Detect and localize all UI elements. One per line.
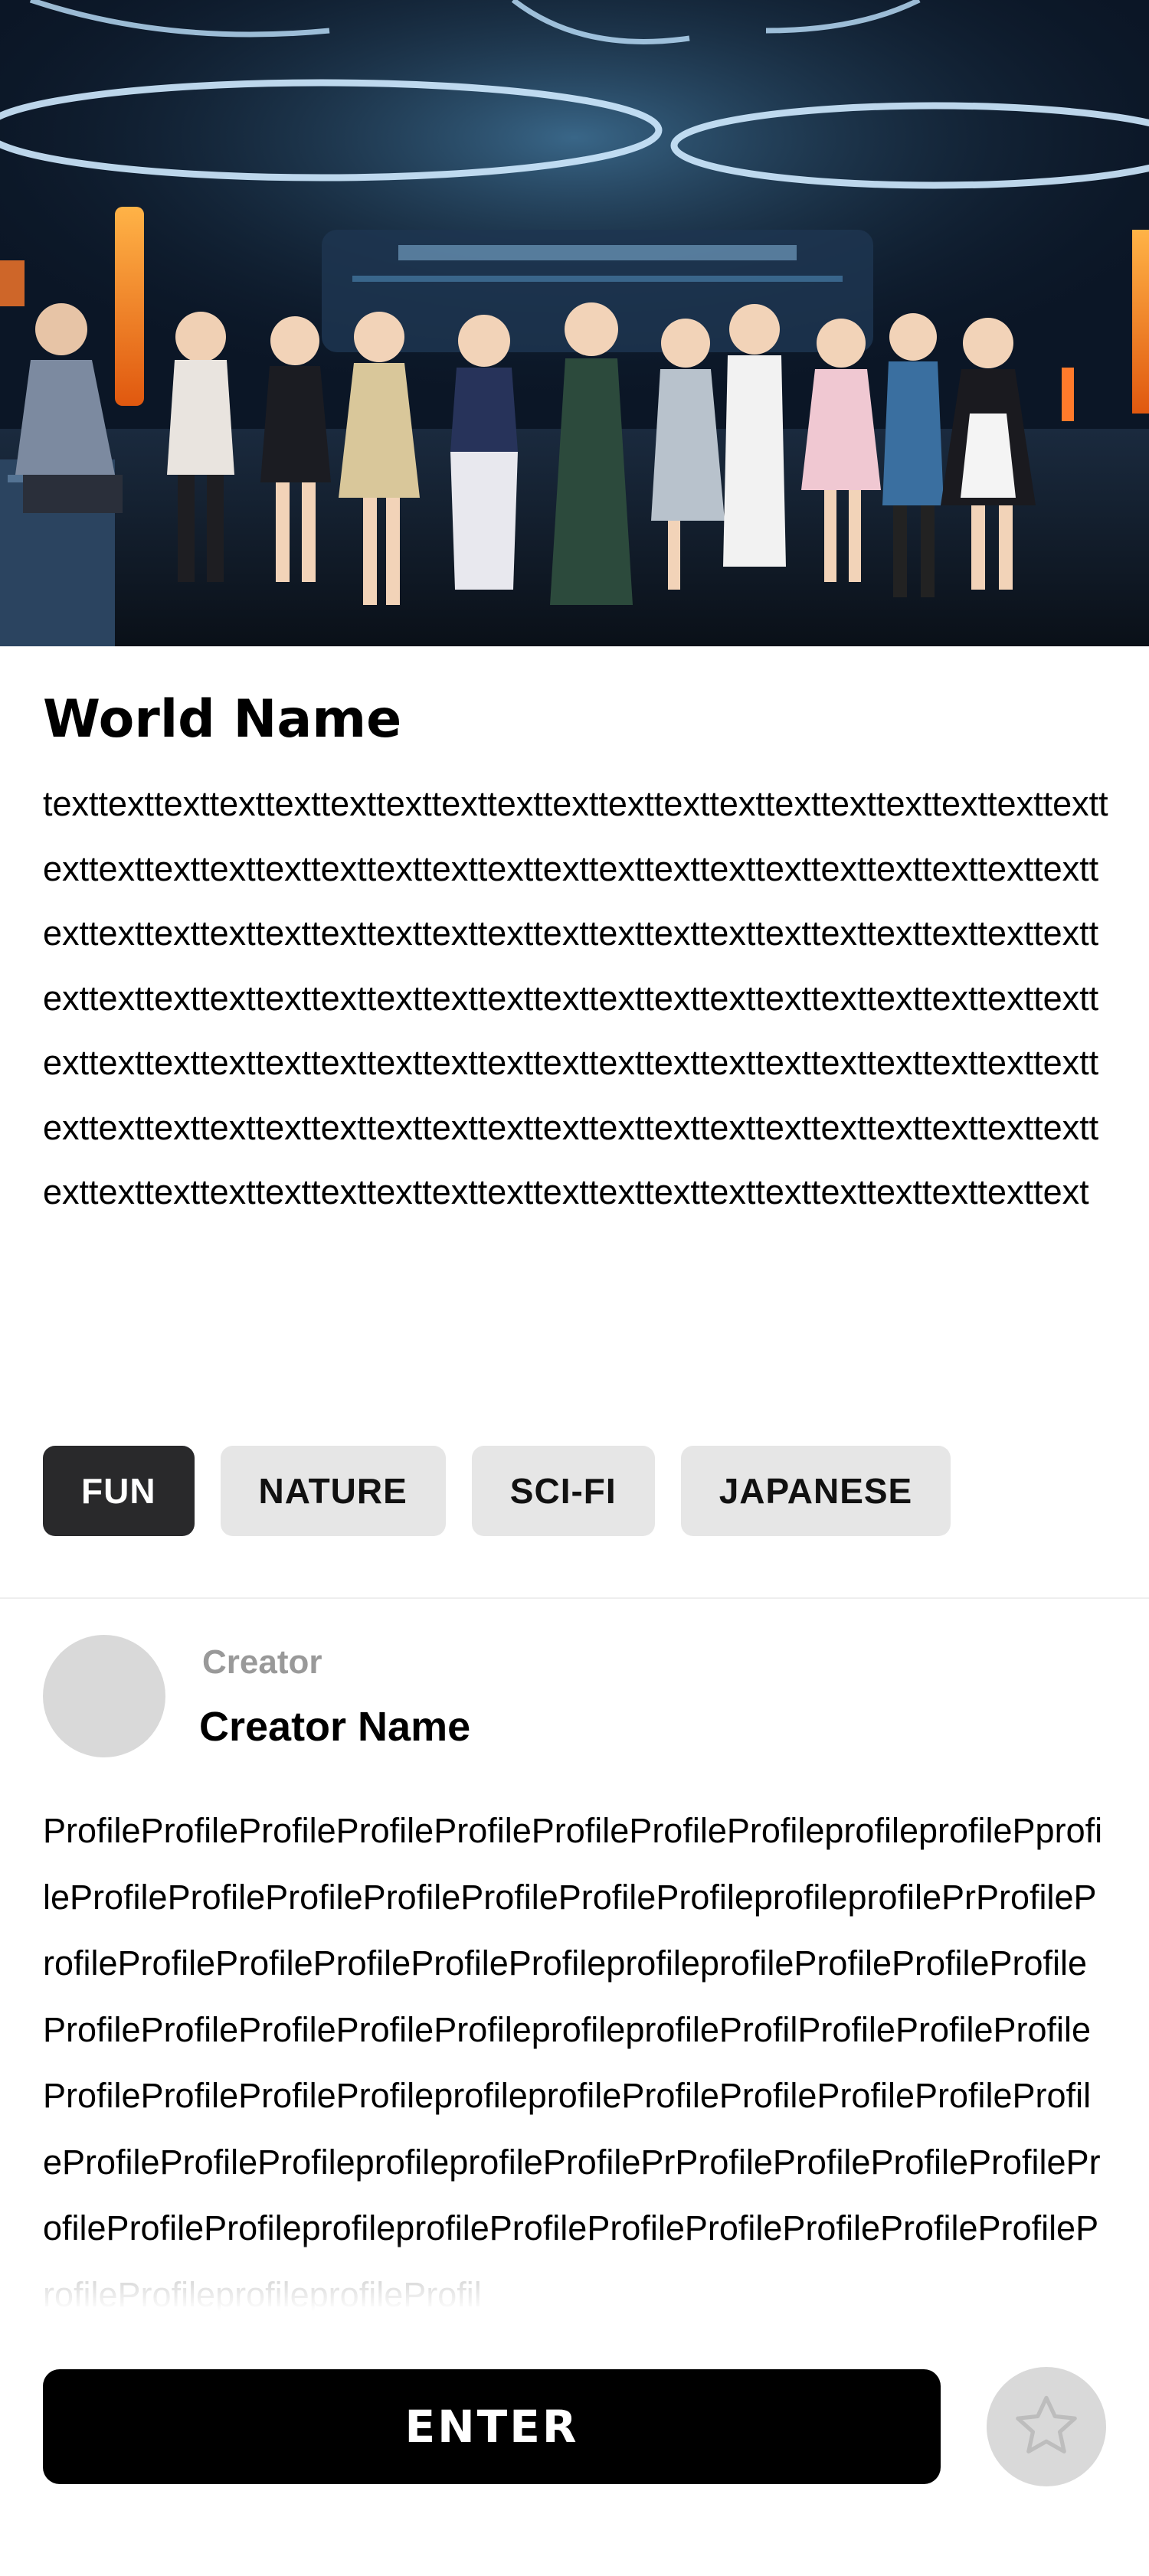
hero-image	[0, 0, 1149, 646]
world-title: World Name	[43, 689, 402, 750]
profile-fade-overlay	[43, 2242, 1108, 2311]
enter-button[interactable]: ENTER	[43, 2369, 941, 2484]
tag-sci-fi[interactable]: SCI-FI	[471, 1446, 655, 1536]
section-divider	[0, 1597, 1149, 1599]
tag-fun[interactable]: FUN	[43, 1446, 195, 1536]
world-description: texttexttexttexttexttexttexttexttexttext…	[43, 784, 1108, 1211]
favorite-button[interactable]	[987, 2367, 1106, 2486]
star-icon	[1016, 2395, 1077, 2453]
creator-profile-text: ProfileProfileProfileProfileProfileProfi…	[43, 1811, 1103, 2311]
creator-name[interactable]: Creator Name	[199, 1703, 470, 1751]
tag-list: FUN NATURE SCI-FI JAPANESE	[43, 1446, 951, 1536]
tag-japanese[interactable]: JAPANESE	[680, 1446, 951, 1536]
tag-nature[interactable]: NATURE	[220, 1446, 446, 1536]
hero-scene	[0, 0, 1149, 646]
creator-caption: Creator	[202, 1643, 322, 1681]
creator-avatar[interactable]	[43, 1635, 165, 1757]
creator-profile: ProfileProfileProfileProfileProfileProfi…	[43, 1798, 1108, 2311]
